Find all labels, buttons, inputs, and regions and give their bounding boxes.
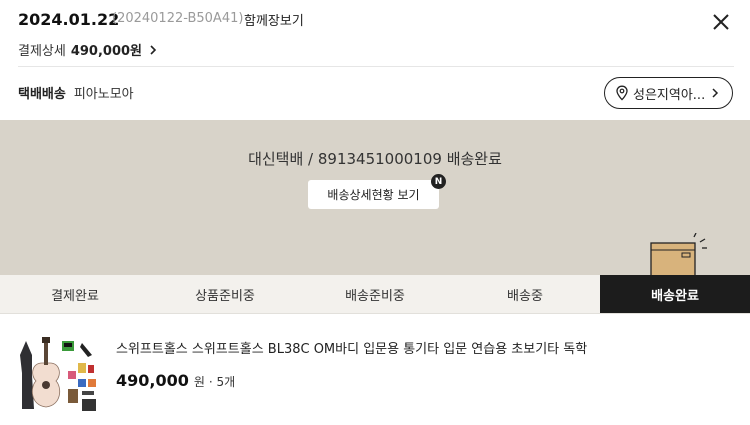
location-pin-icon bbox=[616, 85, 628, 101]
together-shopping-link[interactable]: 함께장보기 bbox=[244, 10, 304, 29]
step-label: 배송중 bbox=[507, 288, 543, 304]
shipping-method: 택배배송 bbox=[18, 87, 66, 102]
payment-amount: 490,000원 bbox=[70, 44, 143, 59]
step-payment-complete: 결제완료 bbox=[0, 275, 150, 313]
step-label: 배송완료 bbox=[651, 288, 699, 304]
step-label: 결제완료 bbox=[51, 288, 99, 304]
box-icon bbox=[650, 233, 707, 277]
product-price-row: 490,000 원 · 5개 bbox=[116, 371, 235, 390]
order-date: 2024.01.22 bbox=[18, 10, 120, 29]
step-preparing-shipment: 배송준비중 bbox=[300, 275, 450, 313]
delivery-status-panel: 대신택배 / 8913451000109 배송완료 배송상세현황 보기 N bbox=[0, 120, 750, 277]
delivery-steps: 결제완료 상품준비중 배송준비중 배송중 배송완료 bbox=[0, 275, 750, 314]
step-in-transit: 배송중 bbox=[450, 275, 600, 313]
step-label: 상품준비중 bbox=[195, 288, 255, 304]
chevron-right-icon bbox=[150, 44, 157, 55]
location-button[interactable]: 성은지역아... bbox=[604, 77, 733, 109]
chevron-right-icon bbox=[712, 88, 719, 98]
step-label: 배송준비중 bbox=[345, 288, 405, 304]
close-icon[interactable] bbox=[708, 9, 734, 35]
step-delivered: 배송완료 bbox=[600, 275, 750, 313]
product-price: 490,000 bbox=[116, 371, 189, 390]
product-thumbnail[interactable] bbox=[16, 335, 100, 419]
order-number: (20240122-B50A41) bbox=[112, 11, 244, 26]
step-preparing-product: 상품준비중 bbox=[150, 275, 300, 313]
product-item[interactable]: 스위프트홀스 스위프트홀스 BL38C OM바디 입문용 통기타 입문 연습용 … bbox=[0, 330, 750, 425]
product-quantity: · 5개 bbox=[208, 375, 236, 389]
shipping-info: 택배배송 피아노모아 bbox=[18, 83, 134, 102]
location-label: 성은지역아... bbox=[633, 87, 706, 103]
product-name[interactable]: 스위프트홀스 스위프트홀스 BL38C OM바디 입문용 통기타 입문 연습용 … bbox=[116, 338, 587, 357]
courier-tracking-text: 대신택배 / 8913451000109 배송완료 bbox=[248, 150, 502, 168]
payment-label: 결제상세 bbox=[18, 44, 66, 59]
order-header: 2024.01.22 (20240122-B50A41) 함께장보기 결제상세 … bbox=[0, 0, 750, 66]
delivery-detail-button[interactable]: 배송상세현황 보기 bbox=[308, 180, 439, 209]
price-unit: 원 bbox=[193, 375, 205, 389]
divider bbox=[18, 66, 734, 67]
payment-detail-link[interactable]: 결제상세 490,000원 bbox=[18, 40, 158, 59]
seller-name: 피아노모아 bbox=[73, 87, 134, 102]
new-badge: N bbox=[431, 174, 446, 189]
